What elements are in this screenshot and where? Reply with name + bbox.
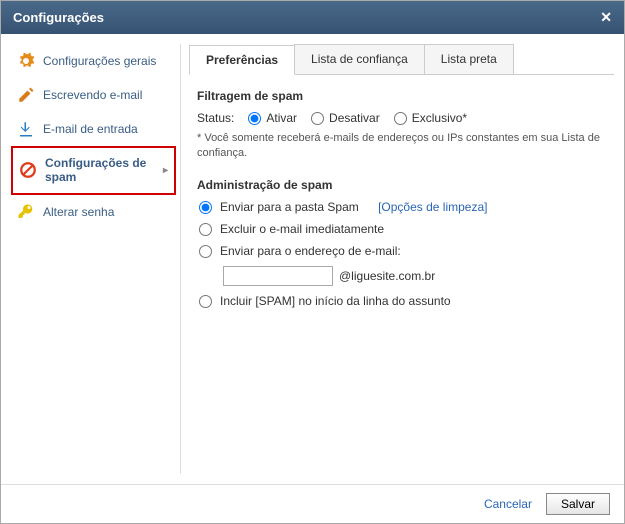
sidebar: Configurações gerais Escrevendo e-mail E… [11,44,181,474]
admin-radio-delete[interactable] [199,223,212,236]
admin-option-send-folder[interactable]: Enviar para a pasta Spam [Opções de limp… [199,200,606,214]
admin-radio-label: Incluir [SPAM] no início da linha do ass… [220,294,451,308]
tab-blacklist[interactable]: Lista preta [424,44,514,74]
status-radio-exclusive[interactable] [394,112,407,125]
admin-option-tag-subject[interactable]: Incluir [SPAM] no início da linha do ass… [199,294,606,308]
status-radio-label: Ativar [266,111,297,125]
dialog-body: Configurações gerais Escrevendo e-mail E… [1,34,624,484]
tabs: Preferências Lista de confiança Lista pr… [189,44,614,75]
titlebar: Configurações ✕ [1,1,624,34]
status-radio-label: Desativar [329,111,380,125]
status-label: Status: [197,111,234,125]
cancel-link[interactable]: Cancelar [484,497,532,511]
sidebar-item-password[interactable]: Alterar senha [11,195,176,229]
forward-domain-label: @liguesite.com.br [339,269,435,283]
dialog-footer: Cancelar Salvar [1,484,624,523]
sidebar-item-label: Configurações gerais [43,54,170,68]
admin-section-title: Administração de spam [197,178,606,192]
forward-localpart-input[interactable] [223,266,333,286]
sidebar-item-label: Escrevendo e-mail [43,88,170,102]
sidebar-item-spam[interactable]: Configurações de spam ▸ [11,146,176,195]
status-option-activate[interactable]: Ativar [248,111,297,125]
save-button[interactable]: Salvar [546,493,610,515]
cleanup-options-link[interactable]: [Opções de limpeza] [378,200,487,214]
admin-radio-forward[interactable] [199,245,212,258]
settings-dialog: Configurações ✕ Configurações gerais Esc… [0,0,625,524]
forward-address-row: @liguesite.com.br [223,266,606,286]
preferences-panel: Filtragem de spam Status: Ativar Desativ… [189,75,614,322]
sidebar-item-label: Configurações de spam [45,156,155,185]
admin-radio-tag-subject[interactable] [199,295,212,308]
sidebar-item-general[interactable]: Configurações gerais [11,44,176,78]
admin-options: Enviar para a pasta Spam [Opções de limp… [199,200,606,308]
admin-radio-label: Enviar para o endereço de e-mail: [220,244,401,258]
status-option-deactivate[interactable]: Desativar [311,111,380,125]
close-icon[interactable]: ✕ [600,9,612,26]
key-icon [17,203,35,221]
main-panel: Preferências Lista de confiança Lista pr… [189,44,614,474]
block-icon [19,161,37,179]
sidebar-item-label: E-mail de entrada [43,122,170,136]
admin-radio-send-folder[interactable] [199,201,212,214]
filter-section-title: Filtragem de spam [197,89,606,103]
sidebar-item-incoming[interactable]: E-mail de entrada [11,112,176,146]
status-row: Status: Ativar Desativar Exclusivo* [197,111,606,125]
admin-option-delete[interactable]: Excluir o e-mail imediatamente [199,222,606,236]
admin-radio-label: Excluir o e-mail imediatamente [220,222,384,236]
download-arrow-icon [17,120,35,138]
tab-trustlist[interactable]: Lista de confiança [294,44,425,74]
gear-icon [17,52,35,70]
status-option-exclusive[interactable]: Exclusivo* [394,111,467,125]
tab-preferences[interactable]: Preferências [189,45,295,75]
pencil-icon [17,86,35,104]
status-note: * Você somente receberá e-mails de ender… [197,131,606,162]
admin-option-forward[interactable]: Enviar para o endereço de e-mail: [199,244,606,258]
admin-radio-label: Enviar para a pasta Spam [220,200,359,214]
sidebar-item-label: Alterar senha [43,205,170,219]
status-radio-activate[interactable] [248,112,261,125]
status-radio-deactivate[interactable] [311,112,324,125]
chevron-right-icon: ▸ [163,165,168,176]
sidebar-item-compose[interactable]: Escrevendo e-mail [11,78,176,112]
dialog-title: Configurações [13,10,104,25]
status-radio-label: Exclusivo* [412,111,467,125]
